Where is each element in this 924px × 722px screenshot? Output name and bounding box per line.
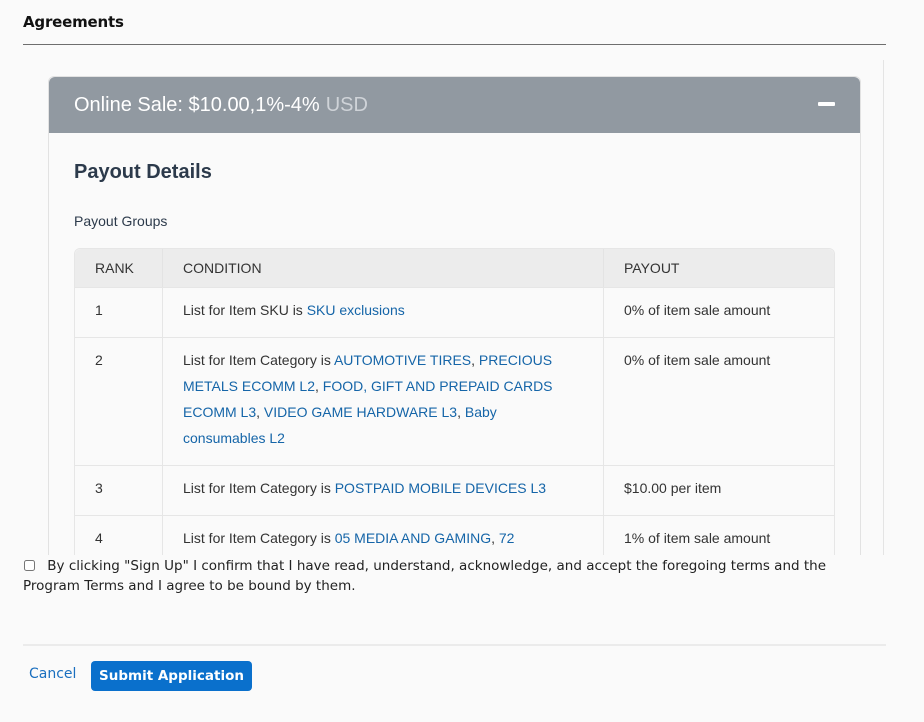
minus-icon	[818, 102, 835, 106]
condition-link[interactable]: SKU exclusions	[307, 302, 405, 318]
cell-rank: 1	[75, 287, 163, 337]
condition-link[interactable]: VIDEO GAME HARDWARE L3	[264, 404, 457, 420]
column-header-condition: CONDITION	[163, 249, 604, 287]
payout-groups-table: RANK CONDITION PAYOUT 1 List for Item SKU…	[74, 248, 835, 555]
scrollbar[interactable]	[883, 60, 884, 555]
condition-link[interactable]: AUTOMOTIVE TIRES	[334, 352, 471, 368]
cell-rank: 4	[75, 515, 163, 555]
agreement-card-body: Payout Details Payout Groups RANK CONDIT…	[49, 133, 860, 555]
consent-checkbox[interactable]	[24, 560, 35, 571]
agreement-title: Online Sale: $10.00,1%-4%	[74, 93, 320, 116]
condition-text: List for Item Category is	[183, 480, 335, 496]
cell-payout: $10.00 per item	[604, 465, 834, 515]
collapse-button[interactable]	[818, 99, 836, 109]
cell-rank: 3	[75, 465, 163, 515]
rank-value: 2	[95, 352, 103, 368]
cell-condition: List for Item Category is AUTOMOTIVE TIR…	[163, 337, 604, 465]
condition-text: List for Item SKU is	[183, 302, 307, 318]
column-header-payout: PAYOUT	[604, 249, 834, 287]
cell-condition: List for Item Category is 05 MEDIA AND G…	[163, 515, 604, 555]
payout-groups-label: Payout Groups	[74, 213, 168, 229]
agreements-page: Agreements Online Sale: $10.00,1%-4% USD…	[0, 0, 924, 722]
agreements-scroll-region[interactable]: Online Sale: $10.00,1%-4% USD Payout Det…	[23, 60, 886, 555]
agreement-card: Online Sale: $10.00,1%-4% USD Payout Det…	[48, 76, 861, 555]
condition-link[interactable]: 05 MEDIA AND GAMING	[335, 530, 491, 546]
column-header-rank: RANK	[75, 249, 163, 287]
payout-value: 0% of item sale amount	[624, 352, 771, 368]
table-row: 4 List for Item Category is 05 MEDIA AND …	[75, 515, 834, 555]
table-row: 1 List for Item SKU is SKU exclusions 0% o…	[75, 287, 834, 337]
payout-value: 1% of item sale amount	[624, 530, 771, 546]
payout-details-title: Payout Details	[74, 161, 212, 183]
cell-condition: List for Item SKU is SKU exclusions	[163, 287, 604, 337]
table-row: 2 List for Item Category is AUTOMOTIVE TI…	[75, 337, 834, 465]
table-header-row: RANK CONDITION PAYOUT	[75, 249, 834, 287]
agreement-currency: USD	[325, 93, 368, 116]
agreement-card-header[interactable]: Online Sale: $10.00,1%-4% USD	[49, 77, 860, 133]
section-divider	[23, 44, 886, 45]
payout-value: $10.00 per item	[624, 480, 722, 496]
rank-value: 4	[95, 530, 103, 546]
cell-payout: 0% of item sale amount	[604, 337, 834, 465]
section-title: Agreements	[23, 13, 124, 31]
actions-divider	[23, 644, 886, 646]
cell-rank: 2	[75, 337, 163, 465]
condition-text: List for Item Category is	[183, 530, 335, 546]
condition-link[interactable]: POSTPAID MOBILE DEVICES L3	[335, 480, 546, 496]
rank-value: 1	[95, 302, 103, 318]
payout-value: 0% of item sale amount	[624, 302, 771, 318]
consent-row: By clicking "Sign Up" I confirm that I h…	[23, 556, 883, 596]
rank-value: 3	[95, 480, 103, 496]
cell-condition: List for Item Category is POSTPAID MOBIL…	[163, 465, 604, 515]
cancel-link[interactable]: Cancel	[29, 666, 76, 682]
table-row: 3 List for Item Category is POSTPAID MOBI…	[75, 465, 834, 515]
consent-text: By clicking "Sign Up" I confirm that I h…	[23, 558, 827, 594]
submit-application-button[interactable]: Submit Application	[91, 661, 252, 691]
cell-payout: 0% of item sale amount	[604, 287, 834, 337]
condition-text: List for Item Category is	[183, 352, 334, 368]
cell-payout: 1% of item sale amount	[604, 515, 834, 555]
